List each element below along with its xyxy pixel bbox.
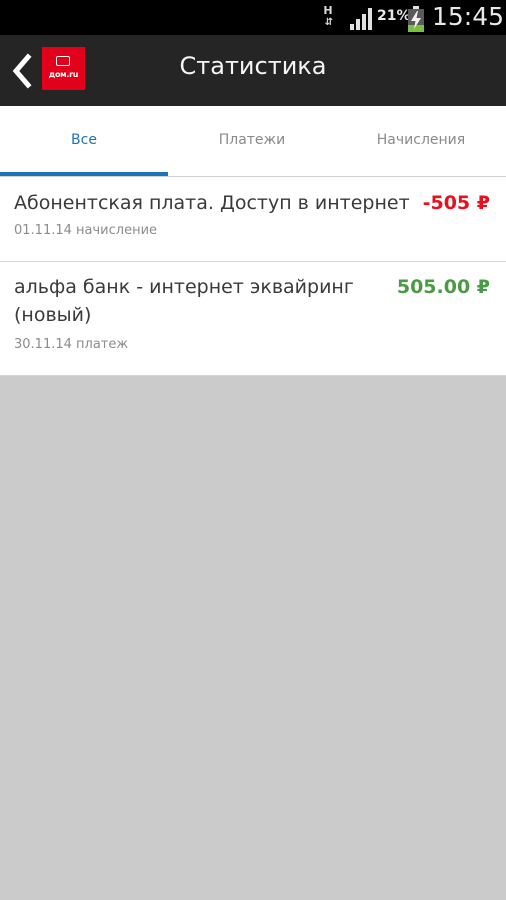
- network-type-label: H: [323, 4, 333, 17]
- tab-bar: Все Платежи Начисления: [0, 106, 506, 177]
- transaction-row[interactable]: Абонентская плата. Доступ в интернет -50…: [0, 177, 506, 262]
- transaction-meta: 01.11.14 начисление: [14, 223, 158, 238]
- active-tab-indicator: [0, 172, 168, 176]
- battery-charging-icon: [408, 6, 424, 32]
- page-title: Статистика: [179, 52, 327, 80]
- status-bar: H ⇵ 21% 15:45: [0, 0, 506, 35]
- clock: 15:45: [432, 2, 505, 31]
- battery-percent: 21%: [377, 8, 411, 24]
- transaction-list: Абонентская плата. Доступ в интернет -50…: [0, 177, 506, 376]
- transaction-meta: 30.11.14 платеж: [14, 337, 129, 352]
- transaction-amount: 505.00 ₽: [396, 276, 490, 298]
- tab-all[interactable]: Все: [0, 106, 168, 176]
- network-indicator: H ⇵: [320, 5, 336, 31]
- data-activity-icon: ⇵: [324, 17, 333, 28]
- tab-payments[interactable]: Платежи: [168, 106, 336, 176]
- app-bar: дом.ru Статистика: [0, 35, 506, 106]
- transaction-row[interactable]: альфа банк - интернет эквайринг (новый) …: [0, 262, 506, 376]
- transaction-title: Абонентская плата. Доступ в интернет: [14, 192, 410, 214]
- tab-charges[interactable]: Начисления: [336, 106, 506, 176]
- transaction-amount: -505 ₽: [422, 192, 490, 214]
- signal-icon: [350, 8, 372, 30]
- transaction-title-line-1: альфа банк - интернет эквайринг: [14, 276, 354, 298]
- transaction-title-line-2: (новый): [14, 304, 92, 326]
